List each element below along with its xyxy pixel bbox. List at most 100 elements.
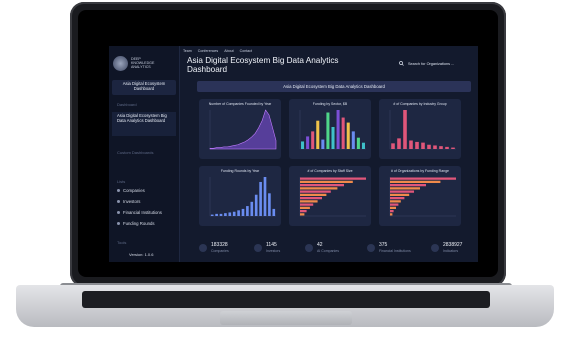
sidebar-item-custom-dashboards[interactable]: Custom Dashboards [117,150,153,155]
bar [300,183,344,187]
nav-link-contact[interactable]: Contact [240,49,252,53]
person-icon [117,200,120,203]
bar [232,211,236,216]
bar [390,206,396,210]
stat-label: Companies [211,249,229,253]
bar [445,146,449,149]
sidebar-item-companies[interactable]: Companies [117,188,175,193]
nav-link-about[interactable]: About [224,49,233,53]
nav-link-conferences[interactable]: Conferences [198,49,218,53]
bar [210,214,214,216]
bar [390,193,410,197]
stat-value: 183328 [211,242,228,248]
chart-card-staff-size[interactable]: # of Companies by Staff Size [289,166,371,226]
bar [346,122,350,149]
chart-card-funding-by-sector[interactable]: Funding by Sector, $B [289,99,371,159]
bar [237,210,240,216]
chart-card-funding-range[interactable]: # of Organizations by Funding Range [379,166,461,226]
stat-financial-institutions: 375 Financial Institutions [367,242,411,253]
bar [300,196,322,200]
top-navigation: Team Conferences About Contact [183,49,252,53]
nav-link-team[interactable]: Team [183,49,192,53]
stat-label: Financial Institutions [379,249,411,253]
active-dashboard-button[interactable]: Asia Digital Ecosystem Dashboard [112,80,176,95]
chart-card-funding-rounds[interactable]: Funding Rounds by Year [199,166,281,226]
bar [390,190,414,193]
section-label-tools: Tools [117,240,127,245]
bar [390,180,441,184]
sidebar-item-financial-institutions[interactable]: Financial Institutions [117,210,175,215]
bar [241,208,245,216]
bar [268,193,271,216]
chart-card-companies-founded[interactable]: Number of Companies Founded by Year [199,99,281,159]
bar [403,110,407,149]
bar [351,131,355,149]
sidebar-item-selected-dashboard[interactable]: Asia Digital Ecosystem Big Data Analytic… [112,112,176,136]
horizontal-bar-chart [299,177,366,217]
building-icon [199,244,207,252]
bar [300,200,318,203]
stat-indicators: 2838927 Indicators [431,242,462,253]
bar [321,139,325,149]
search-input[interactable]: Search for Organizations ... [408,62,454,66]
bar [272,208,276,216]
chart-title: # of Companies by Industry Group [393,102,447,106]
bar [390,196,405,200]
sidebar-item-funding-rounds[interactable]: Funding Rounds [117,221,175,226]
stat-label: Investors [266,249,281,253]
stat-companies: 183328 Companies [199,242,229,253]
bar [326,112,330,149]
coins-icon [117,222,120,225]
bar [415,141,419,149]
chart-card-industry-group[interactable]: # of Companies by Industry Group [379,99,461,159]
bar [300,209,307,213]
bank-icon [117,211,120,214]
bar [336,110,340,149]
area-series [209,109,277,150]
sidebar-item-label: Investors [123,199,141,204]
stat-value: 2838927 [443,242,463,248]
bar [341,117,345,149]
bar-chart [299,110,366,150]
bar [390,187,420,190]
stat-value: 375 [379,242,388,248]
chart-title: Number of Companies Founded by Year [208,102,272,106]
section-label-dashboard: Dashboard [117,102,137,107]
bar [300,206,310,210]
bar-chart [389,110,456,150]
bar [301,141,305,149]
brand-logo[interactable]: DEEP KNOWLEDGE ANALYTICS [113,52,175,74]
sidebar-item-label: Companies [123,188,145,193]
bar-chart [209,177,276,217]
bar [409,140,413,149]
person-icon [254,244,262,252]
bar [300,177,366,180]
bar [451,147,455,149]
sidebar-item-investors[interactable]: Investors [117,199,175,204]
chart-title: Funding by Sector, $B [312,102,348,106]
stat-ai-companies: 42 AI Companies [305,242,339,253]
version-label: Version: 1.0.6 [129,252,154,257]
stat-investors: 1145 Investors [254,242,280,253]
brand-line-3: ANALYTICS [131,65,151,70]
sidebar-item-label: Financial Institutions [123,210,162,215]
horizontal-bar-chart [389,177,456,217]
bar [397,138,401,149]
bar [331,126,335,149]
chart-title: # of Organizations by Funding Range [391,169,449,173]
bar [439,146,443,149]
chip-icon [305,244,313,252]
bar [433,145,437,149]
bar [361,142,365,149]
search-box[interactable]: Search for Organizations ... [399,59,471,68]
bar [306,136,310,149]
bar [427,144,431,149]
bar [300,213,305,216]
sidebar-item-label: Funding Rounds [123,221,155,226]
stat-value: 42 [317,242,323,248]
bar [224,213,227,216]
bar [390,183,426,187]
bar [391,143,395,149]
page-title: Asia Digital Ecosystem Big Data Analytic… [187,56,339,75]
chart-title: # of Companies by Staff Size [307,169,353,173]
